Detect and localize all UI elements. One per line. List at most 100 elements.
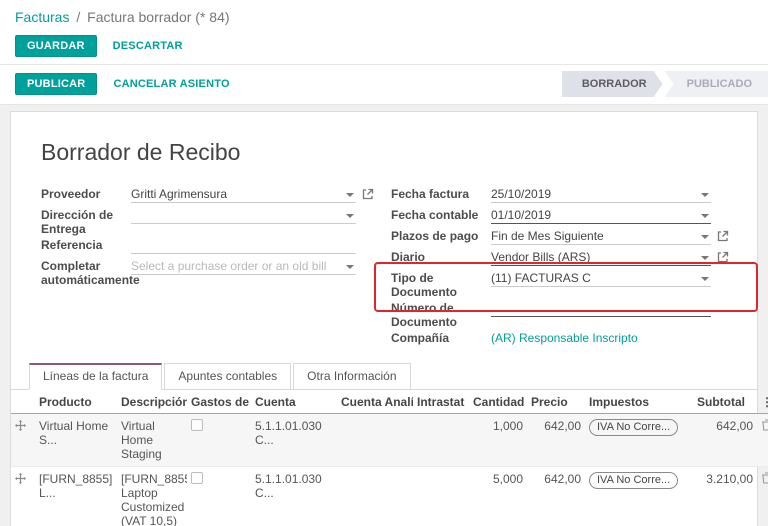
chevron-down-icon[interactable] xyxy=(701,214,709,218)
statusbar: BORRADOR PUBLICADO xyxy=(562,71,768,97)
col-descripcion[interactable]: Descripción xyxy=(117,390,187,414)
field-column-right: Fecha factura 25/10/2019 Fecha contable … xyxy=(391,185,711,350)
optional-columns-toggle[interactable]: ⋮ xyxy=(757,390,768,414)
breadcrumb-link-facturas[interactable]: Facturas xyxy=(15,9,69,25)
drag-handle-icon[interactable] xyxy=(15,419,26,434)
proveedor-input[interactable]: Gritti Agrimensura xyxy=(131,185,356,203)
field-proveedor: Proveedor Gritti Agrimensura xyxy=(41,185,356,206)
cell-price[interactable]: 642,00 xyxy=(527,467,585,526)
drag-handle-icon[interactable] xyxy=(15,472,26,487)
chevron-down-icon[interactable] xyxy=(346,193,354,197)
diario-label: Diario xyxy=(391,248,491,264)
numero-de-documento-input[interactable] xyxy=(491,299,711,317)
cell-subtotal: 642,00 xyxy=(693,414,757,467)
completar-automaticamente-input[interactable]: Select a purchase order or an old bill xyxy=(131,257,356,275)
direccion-entrega-input[interactable] xyxy=(131,206,356,224)
publish-button[interactable]: PUBLICAR xyxy=(15,73,97,95)
external-link-icon[interactable] xyxy=(717,230,729,242)
tax-tag[interactable]: IVA No Corre... xyxy=(589,472,678,489)
cell-description[interactable]: Virtual Home Staging xyxy=(117,414,187,467)
cell-intrastat[interactable] xyxy=(413,467,469,526)
col-cuenta[interactable]: Cuenta xyxy=(251,390,337,414)
external-link-icon[interactable] xyxy=(362,188,374,200)
cell-gastos[interactable] xyxy=(187,467,251,526)
checkbox-unchecked[interactable] xyxy=(191,472,203,484)
field-direccion-entrega: Dirección de Entrega xyxy=(41,206,356,236)
cell-cuenta-analitica[interactable] xyxy=(337,467,413,526)
compania-value[interactable]: (AR) Responsable Inscripto xyxy=(491,331,638,345)
cell-description[interactable]: [FURN_8855] Laptop Customized (VAT 10,5) xyxy=(117,467,187,526)
cell-account[interactable]: 5.1.1.01.030 C... xyxy=(251,414,337,467)
trash-icon[interactable] xyxy=(761,419,768,434)
cell-account[interactable]: 5.1.1.01.030 C... xyxy=(251,467,337,526)
table-row[interactable]: [FURN_8855] L... [FURN_8855] Laptop Cust… xyxy=(11,467,768,526)
tab-apuntes-contables[interactable]: Apuntes contables xyxy=(164,363,291,390)
col-subtotal[interactable]: Subtotal xyxy=(693,390,757,414)
breadcrumb: Facturas / Factura borrador (* 84) xyxy=(0,0,768,29)
tab-lineas-de-la-factura[interactable]: Líneas de la factura xyxy=(29,363,162,390)
chevron-down-icon[interactable] xyxy=(701,256,709,260)
cell-subtotal: 3.210,00 xyxy=(693,467,757,526)
compania-input[interactable]: (AR) Responsable Inscripto xyxy=(491,329,711,347)
cell-intrastat[interactable] xyxy=(413,414,469,467)
field-diario: Diario Vendor Bills (ARS) xyxy=(391,248,711,269)
proveedor-label: Proveedor xyxy=(41,185,131,201)
col-gastos[interactable]: Gastos de en... xyxy=(187,390,251,414)
field-referencia: Referencia xyxy=(41,236,356,257)
table-row[interactable]: Virtual Home S... Virtual Home Staging 5… xyxy=(11,414,768,467)
breadcrumb-separator: / xyxy=(76,9,80,25)
status-step-borrador[interactable]: BORRADOR xyxy=(562,71,663,97)
cell-price[interactable]: 642,00 xyxy=(527,414,585,467)
field-fecha-contable: Fecha contable 01/10/2019 xyxy=(391,206,711,227)
cell-quantity[interactable]: 5,000 xyxy=(469,467,527,526)
col-impuestos[interactable]: Impuestos xyxy=(585,390,693,414)
col-producto[interactable]: Producto xyxy=(35,390,117,414)
direccion-entrega-label: Dirección de Entrega xyxy=(41,206,131,236)
cell-cuenta-analitica[interactable] xyxy=(337,414,413,467)
compania-label: Compañía xyxy=(391,329,491,345)
kebab-menu-icon[interactable]: ⋮ xyxy=(761,395,768,409)
completar-automaticamente-placeholder: Select a purchase order or an old bill xyxy=(131,259,326,273)
cell-taxes[interactable]: IVA No Corre... xyxy=(585,467,693,526)
diario-input[interactable]: Vendor Bills (ARS) xyxy=(491,248,711,266)
fecha-factura-label: Fecha factura xyxy=(391,185,491,201)
chevron-down-icon[interactable] xyxy=(701,235,709,239)
plazos-de-pago-input[interactable]: Fin de Mes Siguiente xyxy=(491,227,711,245)
chevron-down-icon[interactable] xyxy=(346,214,354,218)
save-button[interactable]: GUARDAR xyxy=(15,35,97,57)
field-plazos-de-pago: Plazos de pago Fin de Mes Siguiente xyxy=(391,227,711,248)
checkbox-unchecked[interactable] xyxy=(191,419,203,431)
cancel-entry-button[interactable]: CANCELAR ASIENTO xyxy=(113,78,229,90)
cell-product[interactable]: Virtual Home S... xyxy=(35,414,117,467)
fecha-contable-value: 01/10/2019 xyxy=(491,208,551,222)
discard-button[interactable]: DESCARTAR xyxy=(113,40,183,52)
chevron-down-icon[interactable] xyxy=(701,193,709,197)
field-tipo-de-documento: Tipo de Documento (11) FACTURAS C xyxy=(391,269,711,299)
trash-icon[interactable] xyxy=(761,472,768,487)
cell-product[interactable]: [FURN_8855] L... xyxy=(35,467,117,526)
content-area: Borrador de Recibo Proveedor Gritti Agri… xyxy=(0,105,768,526)
cell-taxes[interactable]: IVA No Corre... xyxy=(585,414,693,467)
status-step-publicado[interactable]: PUBLICADO xyxy=(665,71,768,97)
cell-quantity[interactable]: 1,000 xyxy=(469,414,527,467)
col-precio[interactable]: Precio xyxy=(527,390,585,414)
proveedor-value: Gritti Agrimensura xyxy=(131,187,227,201)
tipo-de-documento-input[interactable]: (11) FACTURAS C xyxy=(491,269,711,287)
breadcrumb-current: Factura borrador (* 84) xyxy=(87,9,229,25)
cell-gastos[interactable] xyxy=(187,414,251,467)
external-link-icon[interactable] xyxy=(717,251,729,263)
fecha-factura-input[interactable]: 25/10/2019 xyxy=(491,185,711,203)
plazos-de-pago-label: Plazos de pago xyxy=(391,227,491,243)
action-row: PUBLICAR CANCELAR ASIENTO BORRADOR PUBLI… xyxy=(0,65,768,105)
tab-otra-informacion[interactable]: Otra Información xyxy=(293,363,410,390)
chevron-down-icon[interactable] xyxy=(346,265,354,269)
completar-automaticamente-label: Completar automáticamente xyxy=(41,257,131,287)
col-cuenta-analitica[interactable]: Cuenta Analí... xyxy=(337,390,413,414)
chevron-down-icon[interactable] xyxy=(701,277,709,281)
col-cantidad[interactable]: Cantidad xyxy=(469,390,527,414)
fecha-contable-input[interactable]: 01/10/2019 xyxy=(491,206,711,224)
col-intrastat[interactable]: Intrastat xyxy=(413,390,469,414)
notebook-tabs: Líneas de la factura Apuntes contables O… xyxy=(11,363,757,390)
tax-tag[interactable]: IVA No Corre... xyxy=(589,419,678,436)
referencia-input[interactable] xyxy=(131,236,356,254)
